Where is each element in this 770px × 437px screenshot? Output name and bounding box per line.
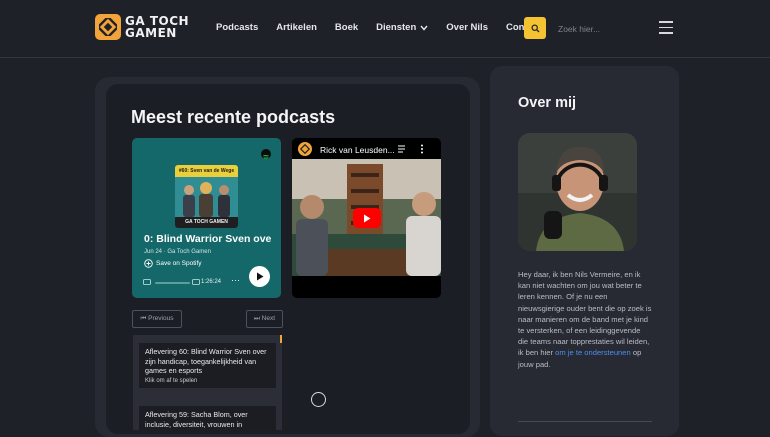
play-icon	[364, 214, 371, 222]
episode-list-subtitle: Klik om af te spelen	[145, 377, 198, 384]
cover-footer: GA TOCH GAMEN	[175, 217, 238, 228]
plus-circle-icon	[144, 259, 153, 268]
nav-diensten[interactable]: Diensten	[376, 22, 428, 33]
episode-progress-bar[interactable]	[155, 282, 190, 284]
main-nav: Podcasts Artikelen Boek Diensten Over Ni…	[216, 22, 559, 33]
loading-cursor-icon	[311, 392, 326, 407]
spotify-embed[interactable]: #60: Sven van de Wege GA TOCH GAMEN 0: B…	[132, 138, 281, 298]
kebab-menu-icon[interactable]	[420, 144, 424, 154]
play-icon	[256, 272, 263, 281]
episode-meta: Jun 24 · Ga Toch Gamen	[144, 249, 211, 255]
cover-people-image	[175, 177, 238, 217]
episode-duration: 1:26:24	[201, 279, 222, 285]
nav-podcasts[interactable]: Podcasts	[216, 22, 258, 33]
cover-band: #60: Sven van de Wege	[175, 165, 238, 177]
nav-boek[interactable]: Boek	[335, 22, 358, 33]
playlist-icon[interactable]	[398, 145, 408, 153]
previous-button[interactable]: ⏮ Previous	[132, 310, 182, 328]
logo-wordmark: GA TOCH GAMEN	[125, 15, 189, 39]
save-on-spotify-button[interactable]: Save on Spotify	[144, 259, 202, 268]
youtube-embed[interactable]: Rick van Leusden...	[292, 138, 441, 298]
rewind-15-icon[interactable]	[143, 278, 151, 286]
more-options-icon[interactable]: ···	[231, 275, 240, 285]
search-button[interactable]	[524, 17, 546, 39]
about-title: Over mij	[518, 95, 577, 111]
episode-list: Aflevering 60: Blind Warrior Sven over z…	[133, 335, 282, 430]
about-text: Hey daar, ik ben Nils Vermeire, en ik ka…	[518, 269, 652, 370]
nav-diensten-label: Diensten	[376, 22, 417, 33]
nav-artikelen[interactable]: Artikelen	[276, 22, 317, 33]
forward-15-icon[interactable]	[192, 278, 200, 286]
site-logo[interactable]: GA TOCH GAMEN	[95, 14, 189, 40]
play-button[interactable]	[249, 266, 270, 287]
episode-cover-art: #60: Sven van de Wege GA TOCH GAMEN	[175, 165, 238, 228]
search-icon	[531, 24, 539, 32]
profile-photo	[518, 133, 637, 251]
youtube-play-button[interactable]	[353, 208, 381, 228]
support-link[interactable]: om je te ondersteunen	[555, 348, 631, 357]
list-item[interactable]: Aflevering 60: Blind Warrior Sven over z…	[139, 343, 276, 388]
save-label: Save on Spotify	[156, 260, 202, 267]
site-header: GA TOCH GAMEN Podcasts Artikelen Boek Di…	[0, 0, 770, 58]
divider	[518, 421, 652, 422]
logo-line-2: GAMEN	[125, 26, 177, 40]
channel-avatar-icon[interactable]	[298, 142, 312, 156]
logo-icon	[95, 14, 121, 40]
list-item[interactable]: Aflevering 59: Sacha Blom, over inclusie…	[139, 406, 276, 430]
episode-title: 0: Blind Warrior Sven ove	[144, 233, 272, 245]
chevron-down-icon	[420, 25, 428, 31]
about-text-intro: Hey daar, ik ben Nils Vermeire, en ik ka…	[518, 270, 652, 358]
video-header: Rick van Leusden...	[292, 138, 441, 159]
episode-list-title: Aflevering 60: Blind Warrior Sven over z…	[145, 347, 267, 375]
list-scrollbar[interactable]	[280, 335, 282, 343]
section-title: Meest recente podcasts	[131, 107, 336, 127]
episode-list-title: Aflevering 59: Sacha Blom, over inclusie…	[145, 410, 248, 429]
hamburger-menu-icon[interactable]	[659, 21, 673, 38]
next-button[interactable]: ⏭ Next	[246, 310, 283, 328]
nav-over-nils[interactable]: Over Nils	[446, 22, 488, 33]
spotify-logo-icon	[261, 149, 271, 160]
video-title[interactable]: Rick van Leusden...	[320, 145, 395, 155]
search-input[interactable]	[556, 19, 648, 39]
about-panel	[490, 66, 679, 436]
